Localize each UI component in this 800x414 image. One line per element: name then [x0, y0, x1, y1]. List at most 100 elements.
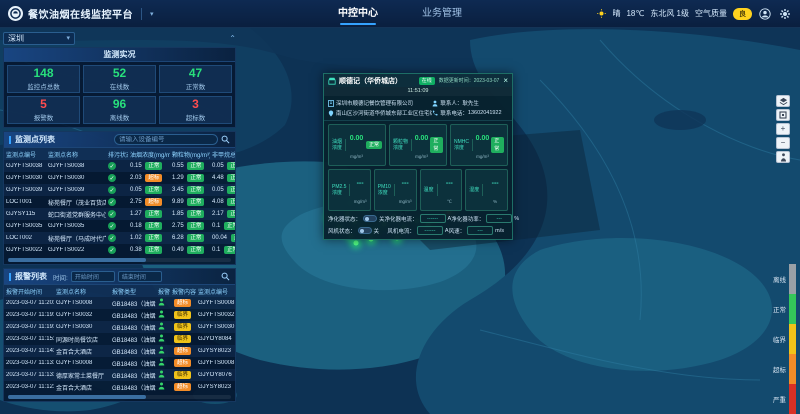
monitor-table-row[interactable]: LOCT001 秘苑餐厅（茂业百货店） ✓ 2.75 超标 9.89 正常 4.… — [4, 196, 235, 208]
device-status-row: 风机状态： 关 风机电流： ------ A 风速： --- m/s — [324, 223, 512, 239]
value-label: 净化器功率： — [451, 215, 484, 223]
alarm-table-row[interactable]: 2023-03-07 11:12:50.0 金百合大酒店 GB18483（油烟浓… — [4, 381, 235, 393]
status-toggle[interactable] — [358, 227, 372, 234]
alarm-point-id: GJYFTS0030 — [196, 324, 235, 330]
nmhc-status-badge: 正常 — [227, 186, 235, 194]
alarm-table-row[interactable]: 2023-03-07 11:20:20.0 GJYFTS0008 GB18483… — [4, 297, 235, 309]
alarm-hscrollbar — [8, 395, 231, 399]
alarm-point-name: GJYFTS0008 — [54, 360, 110, 366]
alarm-table-row[interactable]: 2023-03-07 11:19:48.0 GJYFTS0032 GB18483… — [4, 309, 235, 321]
alarm-point-name: 同源时尚餐饮店 — [54, 335, 110, 344]
alarm-table-row[interactable]: 2023-03-07 11:13:58.0 GJYFTS0008 GB18483… — [4, 357, 235, 369]
data-update-label: 数据更新时间：2023-03-07 — [439, 77, 500, 84]
nav-tab-control-center[interactable]: 中控中心 — [338, 0, 378, 28]
monitor-table-row[interactable]: GJYFTS0039 GJYFTS0039 ✓ 0.05 正常 3.45 正常 … — [4, 184, 235, 196]
monitor-point-dot-green[interactable] — [354, 241, 359, 246]
measure-unit: mg/m³ — [354, 199, 367, 204]
monitor-table-row[interactable]: LOCT002 秘苑餐厅（马成时代广场店） ✓ 1.02 正常 6.28 正常 … — [4, 232, 235, 244]
legend-swatch — [789, 384, 796, 414]
alarm-confirm-icon[interactable] — [158, 346, 165, 354]
alarm-table-row[interactable]: 2023-03-07 11:19:40.0 GJYFTS0030 GB18483… — [4, 321, 235, 333]
alarm-list-title: 报警列表 — [15, 271, 47, 282]
alarm-confirm-icon[interactable] — [158, 310, 165, 318]
nmhc-value: 2.17 正常 — [210, 210, 235, 218]
weather-wind: 东北风 1级 — [650, 8, 689, 19]
status-toggle[interactable] — [363, 215, 377, 222]
alarm-table-row[interactable]: 2023-03-07 11:15:15.0 同源时尚餐饮店 GB18483（油烟… — [4, 333, 235, 345]
alarm-time: 2023-03-07 11:15:15.0 — [4, 336, 54, 342]
monitor-table-row[interactable]: GJYFTS0030 GJYFTS0030 ✓ 2.03 超标 1.29 正常 … — [4, 172, 235, 184]
panel-collapse-chevron-icon[interactable]: ⌃ — [229, 34, 236, 43]
legend-label: 严重 — [764, 394, 786, 404]
nmhc-value: 0.1 正常 — [210, 246, 235, 254]
alarm-confirm-icon[interactable] — [158, 322, 165, 330]
map-zoom-out-icon[interactable]: − — [776, 137, 790, 149]
alarm-content-badge: 超标 — [174, 359, 191, 367]
alarm-confirm-icon[interactable] — [158, 382, 165, 390]
alarm-start-time-input[interactable]: 开始时间 — [71, 271, 115, 282]
oil-value: 1.27 正常 — [128, 210, 170, 218]
measure-row-2: PM2.5浓度 --- mg/m³ PM10浓度 --- mg/m³ 温度 --… — [324, 166, 512, 211]
map-street-view-icon[interactable] — [776, 151, 790, 163]
pm-value: 1.85 正常 — [170, 210, 210, 218]
stat-card-在线数: 52 在线数 — [83, 65, 156, 93]
column-header: 报警开始时间 — [4, 287, 54, 296]
monitor-table-row[interactable]: GJYFTS0035 GJYFTS0035 ✓ 0.18 正常 2.75 正常 … — [4, 220, 235, 232]
oil-status-badge: 正常 — [145, 246, 162, 254]
oil-value: 0.15 正常 — [128, 162, 170, 170]
alarm-search-icon[interactable] — [221, 272, 230, 281]
monitor-hscroll-thumb[interactable] — [8, 258, 146, 262]
map-layers-icon[interactable] — [776, 95, 790, 107]
stat-card-离线数: 96 离线数 — [83, 96, 156, 124]
alarm-confirm-icon[interactable] — [158, 298, 165, 306]
value-group: 净化器功率： --- % — [451, 214, 519, 223]
alarm-time-label: 时间: — [53, 272, 68, 282]
map-zoom-in-icon[interactable]: + — [776, 123, 790, 135]
alarm-confirm-icon[interactable] — [158, 334, 165, 342]
monitor-table-row[interactable]: GJYFTS0022 GJYFTS0022 ✓ 0.38 正常 0.49 正常 … — [4, 244, 235, 256]
weather-condition: 晴 — [612, 8, 620, 19]
legend-item-临界: 临界 — [764, 324, 796, 354]
device-search-input[interactable] — [119, 136, 213, 143]
device-search-box — [114, 134, 218, 145]
oil-status-badge: 正常 — [145, 222, 162, 230]
nav-tab-business[interactable]: 业务管理 — [422, 0, 462, 28]
stat-label: 离线数 — [110, 112, 130, 122]
oil-status-badge: 超标 — [145, 174, 162, 182]
phone-icon — [432, 110, 438, 117]
title-dropdown-caret-icon[interactable]: ▾ — [150, 10, 154, 18]
top-header: 餐饮油烟在线监控平台 ▾ 中控中心 业务管理 晴 18℃ 东北风 1级 空气质量… — [0, 0, 800, 28]
settings-gear-icon[interactable] — [778, 7, 792, 21]
user-icon[interactable] — [758, 7, 772, 21]
pm-status-badge: 正常 — [187, 210, 204, 218]
alarm-table-row[interactable]: 2023-03-07 11:14:49.0 金百合大酒店 GB18483（油烟浓… — [4, 345, 235, 357]
alarm-confirm-icon[interactable] — [158, 358, 165, 366]
stat-value: 3 — [192, 98, 199, 111]
alarm-confirm-icon[interactable] — [158, 370, 165, 378]
pm-value: 9.89 正常 — [170, 198, 210, 206]
pm-value: 6.28 正常 — [170, 234, 210, 242]
oil-status-badge: 正常 — [145, 162, 162, 170]
measure-status-badge: 正常 — [366, 141, 382, 149]
monitor-table-row[interactable]: GJYSY115 蛇口街道党群服务中心 ✓ 1.27 正常 1.85 正常 2.… — [4, 208, 235, 220]
measure-unit: mg/m³ — [399, 199, 412, 204]
monitor-table-row[interactable]: GJYFTS0038 GJYFTS0038 ✓ 0.15 正常 0.55 正常 … — [4, 160, 235, 172]
measure-card-湿度: 湿度 --- % — [465, 169, 508, 211]
popup-close-icon[interactable]: × — [503, 77, 508, 85]
alarm-hscroll-thumb[interactable] — [8, 395, 146, 399]
alarm-end-time-input[interactable]: 结束时间 — [118, 271, 162, 282]
alarm-point-name: 德厚家常土菜餐厅 — [54, 371, 110, 380]
monitor-list-panel: 监测点列表 监测点编号监测点名称排污状态油烟浓度(mg/m³)颗粒物(mg/m³… — [3, 131, 236, 265]
device-status-row: 净化器状态： 关 净化器电流： ------ A 净化器功率： --- % — [324, 211, 512, 223]
alarm-point-id: GJYOY8076 — [196, 372, 235, 378]
alarm-content-badge: 临界 — [174, 311, 191, 319]
column-header: 报警内容 — [170, 287, 196, 296]
monitor-search-icon[interactable] — [221, 135, 230, 144]
region-select[interactable]: 深圳 ▾ — [3, 32, 75, 45]
alarm-table-row[interactable]: 2023-03-07 11:13:42.0 德厚家常土菜餐厅 GB18483（油… — [4, 369, 235, 381]
alarm-type: GB18483（油烟浓度超标） — [110, 371, 156, 380]
alarm-time: 2023-03-07 11:19:48.0 — [4, 312, 54, 318]
legend-swatch — [789, 264, 796, 294]
map-extent-icon[interactable] — [776, 109, 790, 121]
stat-value: 148 — [33, 67, 53, 80]
